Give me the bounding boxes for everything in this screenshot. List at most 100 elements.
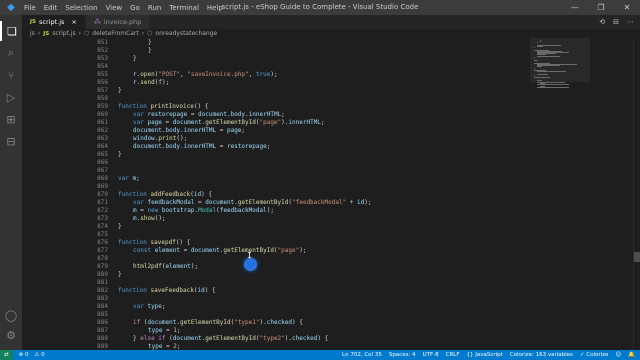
code-line[interactable]: } (148, 39, 152, 47)
line-number: 870 (97, 191, 108, 198)
colorize-status[interactable]: Colorize: 163 variables (510, 352, 573, 358)
menu-item-run[interactable]: Run (148, 4, 161, 12)
remote-explorer-icon[interactable]: ⊟ (0, 131, 22, 151)
search-icon[interactable]: ⌕ (0, 43, 22, 63)
breadcrumb-item[interactable]: onreadystatechange (155, 30, 217, 37)
feedback-icon[interactable]: ☺ (615, 352, 621, 358)
code-area[interactable]: }}} r.open("POST", "saveInvoice.php", tru… (110, 38, 530, 358)
minimap-line (540, 41, 541, 43)
code-line[interactable]: var feedbackModal = document.getElementB… (133, 199, 372, 207)
notifications-bell-icon[interactable]: 🔔 (628, 352, 635, 358)
code-line[interactable]: } (133, 55, 137, 63)
explorer-icon[interactable]: ❏ (0, 21, 22, 41)
close-tab-icon[interactable]: × (71, 18, 76, 26)
code-token: } (118, 223, 122, 230)
scrollbar-thumb[interactable] (634, 252, 640, 262)
code-token: innerHTML (183, 127, 217, 134)
restore-icon[interactable]: ❐ (588, 0, 614, 15)
indentation[interactable]: Spaces: 4 (389, 352, 416, 358)
code-line[interactable]: const element = document.getElementById(… (133, 247, 306, 255)
run-debug-icon[interactable]: ▷ (0, 87, 22, 107)
menu-item-terminal[interactable]: Terminal (169, 4, 199, 12)
menu-item-view[interactable]: View (106, 4, 123, 12)
remote-indicator[interactable]: ⇄ (0, 350, 13, 360)
code-line[interactable]: var m; (118, 175, 140, 183)
close-icon[interactable]: ✕ (614, 0, 640, 15)
menu-item-selection[interactable]: Selection (65, 4, 97, 12)
code-line[interactable]: if (document.getElementById("type1").che… (133, 319, 303, 327)
minimap-line (537, 66, 543, 68)
menu-item-edit[interactable]: Edit (44, 4, 58, 12)
errors-count[interactable]: ⊗ 0 (19, 352, 29, 358)
code-token: body (165, 143, 180, 150)
code-token: feedbackModal (147, 199, 195, 206)
warnings-count[interactable]: ⚠ 0 (34, 352, 44, 358)
code-line[interactable]: } (118, 87, 122, 95)
code-token: element (165, 263, 191, 270)
tab-invoice-php[interactable]: ⁂ invoice.php (85, 15, 151, 29)
minimize-icon[interactable]: — (562, 0, 588, 15)
code-line[interactable]: var page = document.getElementById("page… (133, 119, 325, 127)
code-token: function (118, 103, 151, 110)
split-editor-icon[interactable]: ⊟ (613, 18, 619, 26)
more-actions-icon[interactable]: ⋯ (627, 18, 634, 26)
minimap[interactable] (530, 38, 590, 350)
menu-item-help[interactable]: Help (207, 4, 223, 12)
code-token: } (118, 151, 122, 158)
code-line[interactable]: } (148, 47, 152, 55)
menu-item-file[interactable]: File (24, 4, 36, 12)
account-icon[interactable]: ◯ (0, 305, 22, 325)
code-token: innerHTML (183, 143, 217, 150)
extensions-icon[interactable]: ⊞ (0, 109, 22, 129)
code-line[interactable]: m.show(); (133, 215, 166, 223)
tab-script-js[interactable]: JS script.js × (22, 15, 86, 29)
code-line[interactable]: } else if (document.getElementById("type… (133, 335, 328, 343)
menu-item-go[interactable]: Go (130, 4, 140, 12)
code-token: open (140, 71, 155, 78)
code-token: const (133, 247, 155, 254)
code-line[interactable]: document.body.innerHTML = restorepage; (133, 143, 270, 151)
code-line[interactable]: } (118, 271, 122, 279)
code-line[interactable]: } (118, 151, 122, 159)
function-symbol-icon: ⬡ (84, 30, 90, 37)
code-line[interactable]: function addFeedback(id) { (118, 191, 212, 199)
code-token: "POST" (158, 71, 181, 78)
manage-gear-icon[interactable]: ⚙ (0, 325, 22, 345)
compare-changes-icon[interactable]: ⟲ (599, 18, 605, 26)
code-token: body (230, 111, 246, 118)
vertical-scrollbar[interactable] (633, 38, 640, 350)
code-line[interactable]: function printInvoice() { (118, 103, 208, 111)
breadcrumb-item[interactable]: script.js (52, 30, 75, 37)
code-line[interactable]: type = 1; (148, 327, 181, 335)
code-line[interactable]: } (118, 223, 122, 231)
chevron-right-icon: › (37, 30, 41, 37)
code-token: savepdf (150, 239, 176, 246)
code-token: type (147, 303, 162, 310)
code-token: var (133, 119, 148, 126)
code-line[interactable]: function savepdf() { (118, 239, 190, 247)
code-line[interactable]: r.open("POST", "saveInvoice.php", true); (133, 71, 278, 79)
code-line[interactable]: window.print(); (133, 135, 187, 143)
colorize-toggle[interactable]: ✓ Colorize (580, 352, 609, 358)
breadcrumb-item[interactable]: js (30, 30, 35, 37)
code-line[interactable]: r.send(f); (133, 79, 169, 87)
code-token: } (148, 39, 152, 46)
code-line[interactable]: var type; (133, 303, 166, 311)
code-token: (); (176, 135, 188, 142)
code-token: ; (320, 119, 325, 126)
source-control-icon[interactable]: ⑂ (0, 65, 22, 85)
file-encoding[interactable]: UTF-8 (423, 352, 439, 358)
end-of-line[interactable]: CRLF (446, 352, 460, 358)
code-editor[interactable]: 851 852 853 854 855 856 857 858 859 860 861 862 863 8… (22, 38, 640, 358)
cursor-position[interactable]: Ln 702, Col 35 (342, 352, 382, 358)
language-mode[interactable]: {} JavaScript (467, 352, 503, 358)
code-line[interactable]: m = new bootstrap.Modal(feedbackModal); (133, 207, 274, 215)
line-number: 883 (97, 295, 108, 302)
code-line[interactable]: document.body.innerHTML = page; (133, 127, 245, 135)
code-line[interactable]: var restorepage = document.body.innerHTM… (133, 111, 285, 119)
breadcrumb-item[interactable]: deleteFromCart (92, 30, 138, 37)
code-token: true (255, 71, 271, 78)
function-symbol-icon: ⬡ (147, 30, 153, 37)
code-line[interactable]: html2pdf(element); (133, 263, 198, 271)
code-line[interactable]: function saveFeedback(id) { (118, 287, 216, 295)
